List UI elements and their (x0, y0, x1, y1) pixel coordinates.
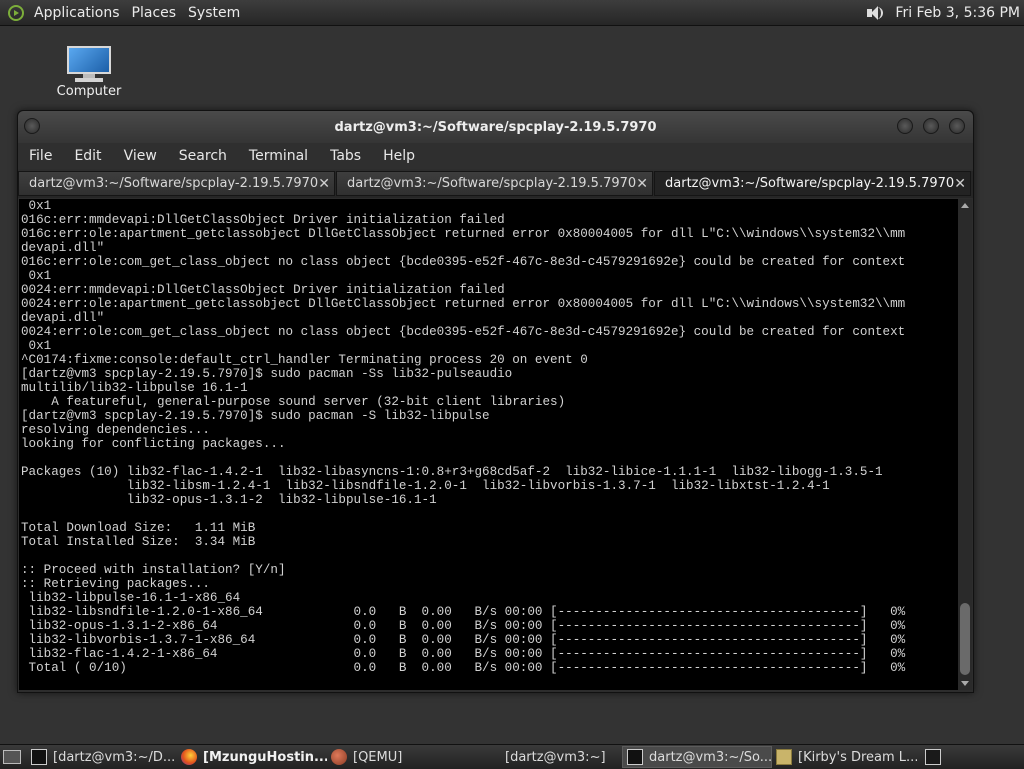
terminal-line: resolving dependencies... (21, 423, 210, 437)
show-desktop-icon[interactable] (3, 750, 21, 764)
terminal-line: 016c:err:ole:com_get_class_object no cla… (21, 255, 906, 269)
task-qemu[interactable]: [QEMU] (327, 746, 497, 768)
task-file-manager[interactable]: [Kirby's Dream L... (772, 746, 917, 768)
task-label: [MzunguHostin... (203, 749, 327, 765)
tab-close-icon[interactable]: ✕ (636, 172, 648, 196)
panel-tray: Fri Feb 3, 5:36 PM (865, 5, 1024, 21)
task-label: [dartz@vm3:~/D... (53, 749, 176, 765)
tab-label: dartz@vm3:~/Software/spcplay-2.19.5.7970 (347, 176, 637, 191)
terminal-output-area[interactable]: 0x1 016c:err:mmdevapi:DllGetClassObject D… (19, 199, 958, 690)
terminal-scrollbar[interactable] (958, 199, 972, 690)
terminal-line: lib32-flac-1.4.2-1-x86_64 0.0 B 0.00 B/s… (21, 647, 906, 661)
terminal-line: lib32-opus-1.3.1-2-x86_64 0.0 B 0.00 B/s… (21, 619, 906, 633)
terminal-line: 0024:err:ole:com_get_class_object no cla… (21, 325, 906, 339)
terminal-line: [dartz@vm3 spcplay-2.19.5.7970]$ sudo pa… (21, 409, 490, 423)
clock[interactable]: Fri Feb 3, 5:36 PM (895, 5, 1020, 21)
task-terminal-1[interactable]: [dartz@vm3:~/D... (27, 746, 177, 768)
terminal-line: devapi.dll" (21, 311, 105, 325)
window-title: dartz@vm3:~/Software/spcplay-2.19.5.7970 (334, 119, 657, 135)
menu-terminal[interactable]: Terminal (238, 148, 319, 164)
window-menu-button[interactable] (24, 118, 40, 134)
terminal-line: 016c:err:mmdevapi:DllGetClassObject Driv… (21, 213, 505, 227)
distro-logo-icon[interactable] (8, 4, 24, 21)
menu-file[interactable]: File (18, 148, 63, 164)
desktop-icon-computer[interactable]: Computer (50, 44, 128, 99)
close-button[interactable] (949, 118, 965, 134)
folder-icon (776, 749, 792, 765)
tab-close-icon[interactable]: ✕ (318, 172, 330, 196)
terminal-line: multilib/lib32-libpulse 16.1-1 (21, 381, 248, 395)
terminal-line: Packages (10) lib32-flac-1.4.2-1 lib32-l… (21, 465, 883, 479)
terminal-line: 016c:err:ole:apartment_getclassobject Dl… (21, 227, 906, 241)
terminal-line: 0x1 (21, 199, 52, 213)
minimize-button[interactable] (897, 118, 913, 134)
terminal-line: ^C0174:fixme:console:default_ctrl_handle… (21, 353, 588, 367)
tab-label: dartz@vm3:~/Software/spcplay-2.19.5.7970 (29, 176, 319, 191)
scrollbar-thumb[interactable] (960, 603, 970, 675)
terminal-output[interactable]: 0x1 016c:err:mmdevapi:DllGetClassObject D… (19, 199, 958, 675)
tab-bar: dartz@vm3:~/Software/spcplay-2.19.5.7970… (18, 171, 973, 198)
desktop-icon-label: Computer (56, 84, 122, 99)
terminal-menubar: File Edit View Search Terminal Tabs Help (18, 143, 973, 169)
task-label: dartz@vm3:~/So... (649, 749, 772, 765)
terminal-icon (627, 749, 643, 765)
terminal-line: :: Retrieving packages... (21, 577, 210, 591)
terminal-line: lib32-libsndfile-1.2.0-1-x86_64 0.0 B 0.… (21, 605, 906, 619)
tab-1[interactable]: dartz@vm3:~/Software/spcplay-2.19.5.7970… (18, 171, 335, 196)
menu-tabs[interactable]: Tabs (319, 148, 372, 164)
task-label: [QEMU] (353, 749, 403, 765)
volume-icon[interactable] (865, 5, 887, 21)
menu-applications[interactable]: Applications (30, 5, 128, 21)
terminal-line: lib32-opus-1.3.1-2 lib32-libpulse-16.1-1 (21, 493, 437, 507)
terminal-line: looking for conflicting packages... (21, 437, 286, 451)
tab-3-active[interactable]: dartz@vm3:~/Software/spcplay-2.19.5.7970… (654, 171, 971, 196)
terminal-window: dartz@vm3:~/Software/spcplay-2.19.5.7970… (17, 110, 974, 693)
task-label: [dartz@vm3:~] (505, 749, 606, 765)
task-label: [Kirby's Dream L... (798, 749, 917, 765)
menu-help[interactable]: Help (372, 148, 426, 164)
menu-places[interactable]: Places (128, 5, 185, 21)
terminal-line: lib32-libsm-1.2.4-1 lib32-libsndfile-1.2… (21, 479, 830, 493)
terminal-icon (31, 749, 47, 765)
terminal-line: :: Proceed with installation? [Y/n] (21, 563, 286, 577)
tab-close-icon[interactable]: ✕ (954, 172, 966, 196)
terminal-line: 0x1 (21, 339, 52, 353)
terminal-line: 0024:err:ole:apartment_getclassobject Dl… (21, 297, 906, 311)
terminal-line: [dartz@vm3 spcplay-2.19.5.7970]$ sudo pa… (21, 367, 513, 381)
terminal-line: Total Installed Size: 3.34 MiB (21, 535, 256, 549)
terminal-line: Total ( 0/10) 0.0 B 0.00 B/s 00:00 [----… (21, 661, 906, 675)
terminal-line: Total Download Size: 1.11 MiB (21, 521, 256, 535)
terminal-line: A featureful, general-purpose sound serv… (21, 395, 566, 409)
task-terminal-home[interactable]: [dartz@vm3:~] (497, 746, 622, 768)
task-terminal-active[interactable]: dartz@vm3:~/So... (622, 746, 772, 768)
terminal-line: 0024:err:mmdevapi:DllGetClassObject Driv… (21, 283, 505, 297)
tab-2[interactable]: dartz@vm3:~/Software/spcplay-2.19.5.7970… (336, 171, 653, 196)
computer-icon (65, 44, 113, 84)
top-panel: Applications Places System Fri Feb 3, 5:… (0, 0, 1024, 26)
tray-terminal-icon[interactable] (925, 749, 941, 765)
terminal-line: lib32-libvorbis-1.3.7-1-x86_64 0.0 B 0.0… (21, 633, 906, 647)
maximize-button[interactable] (923, 118, 939, 134)
bottom-taskbar: [dartz@vm3:~/D... [MzunguHostin... [QEMU… (0, 744, 1024, 769)
terminal-line: 0x1 (21, 269, 52, 283)
scroll-down-icon[interactable] (961, 681, 969, 686)
tab-label: dartz@vm3:~/Software/spcplay-2.19.5.7970 (665, 176, 955, 191)
scroll-up-icon[interactable] (961, 203, 969, 208)
menu-edit[interactable]: Edit (63, 148, 112, 164)
firefox-icon (181, 749, 197, 765)
menu-view[interactable]: View (113, 148, 168, 164)
menu-system[interactable]: System (184, 5, 248, 21)
task-firefox[interactable]: [MzunguHostin... (177, 746, 327, 768)
qemu-icon (331, 749, 347, 765)
window-titlebar[interactable]: dartz@vm3:~/Software/spcplay-2.19.5.7970 (18, 111, 973, 143)
menu-search[interactable]: Search (168, 148, 238, 164)
terminal-line: lib32-libpulse-16.1-1-x86_64 (21, 591, 241, 605)
terminal-line: devapi.dll" (21, 241, 105, 255)
